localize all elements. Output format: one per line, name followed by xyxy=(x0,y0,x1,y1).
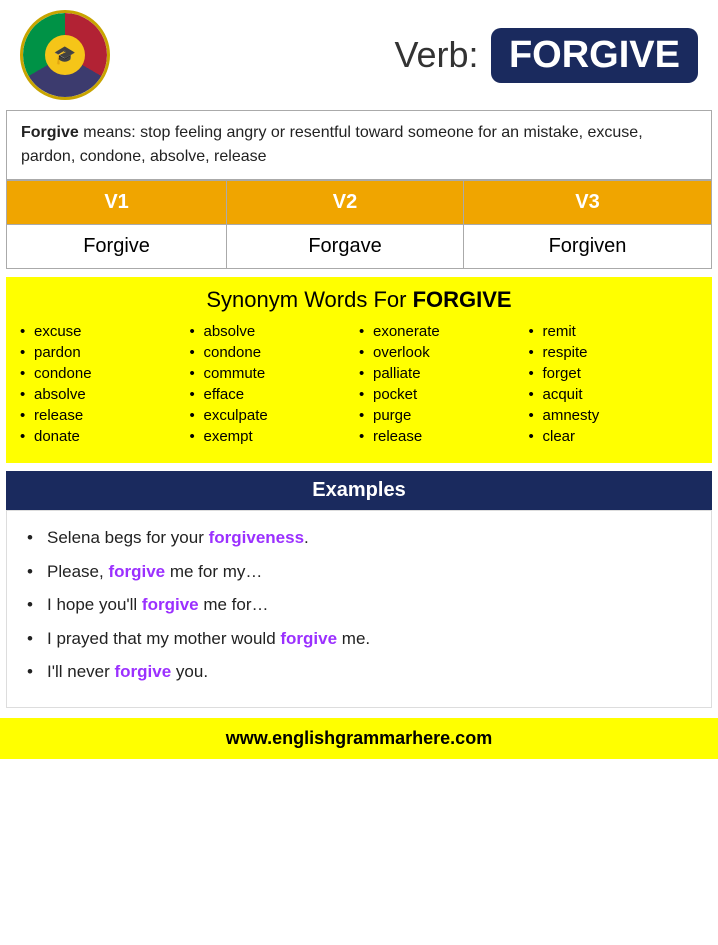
synonym-col-3: exonerate overlook palliate pocket purge rele… xyxy=(359,323,529,449)
example-highlight: forgive xyxy=(108,562,165,581)
synonym-columns: excusepardoncondoneabsolvereleasedonate … xyxy=(20,323,698,449)
v3-header: V3 xyxy=(463,181,711,225)
synonym-title: Synonym Words For FORGIVE xyxy=(20,287,698,313)
logo-icon: 🎓 xyxy=(45,35,85,75)
v1-header: V1 xyxy=(7,181,227,225)
example-highlight: forgive xyxy=(142,595,199,614)
synonym-item: donate xyxy=(20,428,190,445)
synonym-box: Synonym Words For FORGIVE excusepardonco… xyxy=(6,277,712,463)
table-row: Forgive Forgave Forgiven xyxy=(7,225,712,269)
synonym-item: respite xyxy=(529,344,699,361)
v3-cell: Forgiven xyxy=(463,225,711,269)
synonym-col-1: excuse pardon condone absolve release donate xyxy=(20,323,190,449)
synonym-item: absolve xyxy=(190,323,360,340)
v2-header: V2 xyxy=(227,181,464,225)
synonym-item: exonerate xyxy=(359,323,529,340)
example-highlight: forgive xyxy=(280,629,337,648)
synonym-item: commute xyxy=(190,365,360,382)
definition-bold-word: Forgive xyxy=(21,124,79,141)
synonym-item: amnesty xyxy=(529,407,699,424)
examples-header: Examples xyxy=(6,471,712,510)
example-item: I'll never forgive you. xyxy=(27,659,691,685)
synonym-item: excuse xyxy=(20,323,190,340)
footer: www.englishgrammarhere.com xyxy=(0,718,718,759)
examples-list: Selena begs for your forgiveness. Please,… xyxy=(27,525,691,685)
example-item: I hope you'll forgive me for… xyxy=(27,592,691,618)
definition-box: Forgive means: stop feeling angry or res… xyxy=(6,110,712,180)
verb-word: FORGIVE xyxy=(491,28,698,83)
example-item: Please, forgive me for my… xyxy=(27,559,691,585)
header-title: Verb: FORGIVE xyxy=(130,28,698,83)
synonym-item: exempt xyxy=(190,428,360,445)
footer-url: www.englishgrammarhere.com xyxy=(226,728,492,748)
example-item: I prayed that my mother would forgive me… xyxy=(27,626,691,652)
header: 🎓 Verb: FORGIVE xyxy=(0,0,718,110)
v1-cell: Forgive xyxy=(7,225,227,269)
synonym-item: pardon xyxy=(20,344,190,361)
logo: 🎓 xyxy=(20,10,110,100)
synonym-item: remit xyxy=(529,323,699,340)
synonym-item: forget xyxy=(529,365,699,382)
synonym-item: overlook xyxy=(359,344,529,361)
synonym-title-bold: FORGIVE xyxy=(413,287,512,312)
synonym-item: purge xyxy=(359,407,529,424)
example-highlight: forgiveness xyxy=(209,528,304,547)
example-item: Selena begs for your forgiveness. xyxy=(27,525,691,551)
synonym-item: exculpate xyxy=(190,407,360,424)
definition-text: means: stop feeling angry or resentful t… xyxy=(21,124,643,165)
synonym-item: condone xyxy=(190,344,360,361)
examples-body: Selena begs for your forgiveness. Please,… xyxy=(6,510,712,708)
example-highlight: forgive xyxy=(115,662,172,681)
verb-table: V1 V2 V3 Forgive Forgave Forgiven xyxy=(6,180,712,269)
synonym-col-2: absolve condone commute efface exculpate exem… xyxy=(190,323,360,449)
verb-label: Verb: xyxy=(394,34,478,75)
synonym-item: acquit xyxy=(529,386,699,403)
synonym-item: clear xyxy=(529,428,699,445)
synonym-item: efface xyxy=(190,386,360,403)
synonym-item: release xyxy=(359,428,529,445)
synonym-col-4: remit respite forget acquit amnesty clear xyxy=(529,323,699,449)
synonym-item: palliate xyxy=(359,365,529,382)
v2-cell: Forgave xyxy=(227,225,464,269)
synonym-title-plain: Synonym Words For xyxy=(206,287,412,312)
synonym-item: pocket xyxy=(359,386,529,403)
synonym-item: condone xyxy=(20,365,190,382)
synonym-item: release xyxy=(20,407,190,424)
synonym-item: absolve xyxy=(20,386,190,403)
